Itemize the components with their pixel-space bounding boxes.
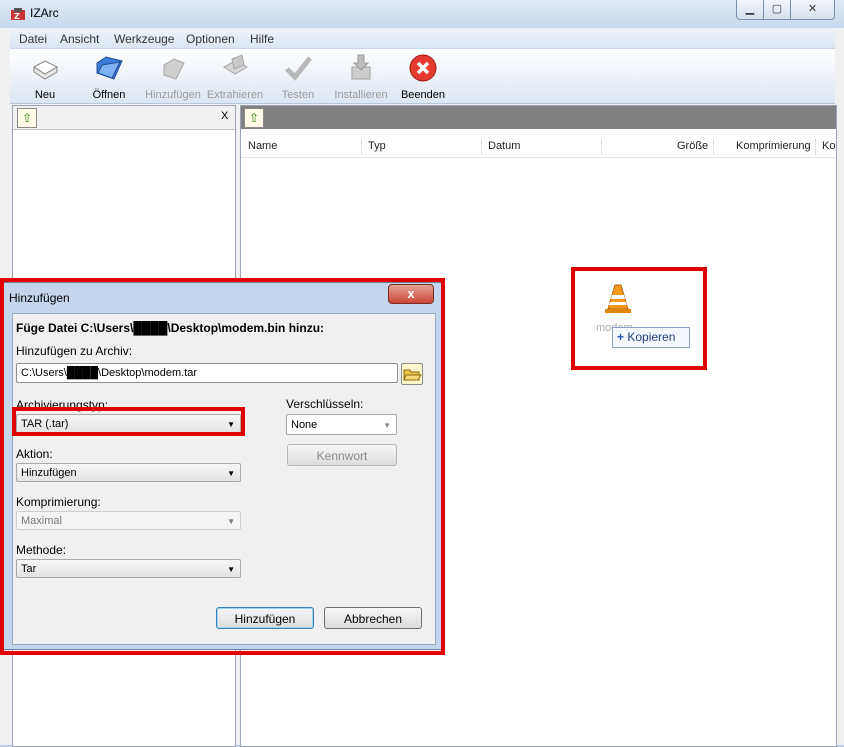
parent-folder-icon[interactable]: ⇧ xyxy=(244,108,264,128)
minimize-button[interactable]: ▁ xyxy=(736,0,764,20)
menu-hilfe[interactable]: Hilfe xyxy=(250,32,274,46)
drop-highlight-frame xyxy=(571,267,707,370)
install-icon xyxy=(346,53,376,83)
window-title: IZArc xyxy=(30,6,59,20)
open-folder-icon xyxy=(94,53,124,83)
test-checkmark-icon xyxy=(283,53,313,83)
toolbar-extract-button[interactable]: Extrahieren xyxy=(206,53,264,101)
column-ko[interactable]: Ko xyxy=(822,140,835,152)
menu-optionen[interactable]: Optionen xyxy=(186,32,235,46)
izarc-app-icon: Z xyxy=(10,7,26,21)
extract-icon xyxy=(220,53,250,83)
copy-tooltip-label: Kopieren xyxy=(627,330,676,344)
column-size[interactable]: Größe xyxy=(677,140,708,152)
menu-werkzeuge[interactable]: Werkzeuge xyxy=(114,32,174,46)
copy-plus-icon: + xyxy=(617,330,625,344)
folder-up-icon[interactable]: ⇧ xyxy=(17,108,37,128)
copy-drag-tooltip: + Kopieren xyxy=(612,327,690,348)
toolbar-test-button[interactable]: Testen xyxy=(269,53,327,101)
column-compression[interactable]: Komprimierung xyxy=(736,140,811,152)
menu-datei[interactable]: Datei xyxy=(19,32,47,46)
maximize-button[interactable]: ▢ xyxy=(763,0,791,20)
toolbar: Neu Öffnen Hinzufügen Extrahieren Testen xyxy=(10,49,835,104)
close-window-button[interactable]: ✕ xyxy=(790,0,835,20)
toolbar-open-button[interactable]: Öffnen xyxy=(80,53,138,101)
column-type[interactable]: Typ xyxy=(368,140,386,152)
toolbar-install-button[interactable]: Installieren xyxy=(332,53,390,101)
title-bar[interactable]: Z IZArc ▁ ▢ ✕ xyxy=(0,0,844,28)
toolbar-new-button[interactable]: Neu xyxy=(16,53,74,101)
close-pane-button[interactable]: X xyxy=(221,110,228,122)
path-bar: ⇧ xyxy=(241,106,836,129)
menu-ansicht[interactable]: Ansicht xyxy=(60,32,99,46)
menu-bar: Datei Ansicht Werkzeuge Optionen Hilfe xyxy=(10,30,835,49)
dialog-highlight-frame xyxy=(0,278,445,655)
column-header-row: Name Typ Datum Größe Komprimierung Ko xyxy=(241,137,836,158)
add-files-icon xyxy=(158,53,188,83)
exit-icon xyxy=(408,53,438,83)
toolbar-add-button[interactable]: Hinzufügen xyxy=(144,53,202,101)
vlc-cone-icon[interactable] xyxy=(604,283,632,315)
column-date[interactable]: Datum xyxy=(488,140,520,152)
column-name[interactable]: Name xyxy=(248,140,277,152)
folder-tree-header: ⇧ X xyxy=(13,106,235,130)
svg-text:Z: Z xyxy=(14,12,20,21)
toolbar-exit-button[interactable]: Beenden xyxy=(394,53,452,101)
new-archive-icon xyxy=(30,53,60,83)
